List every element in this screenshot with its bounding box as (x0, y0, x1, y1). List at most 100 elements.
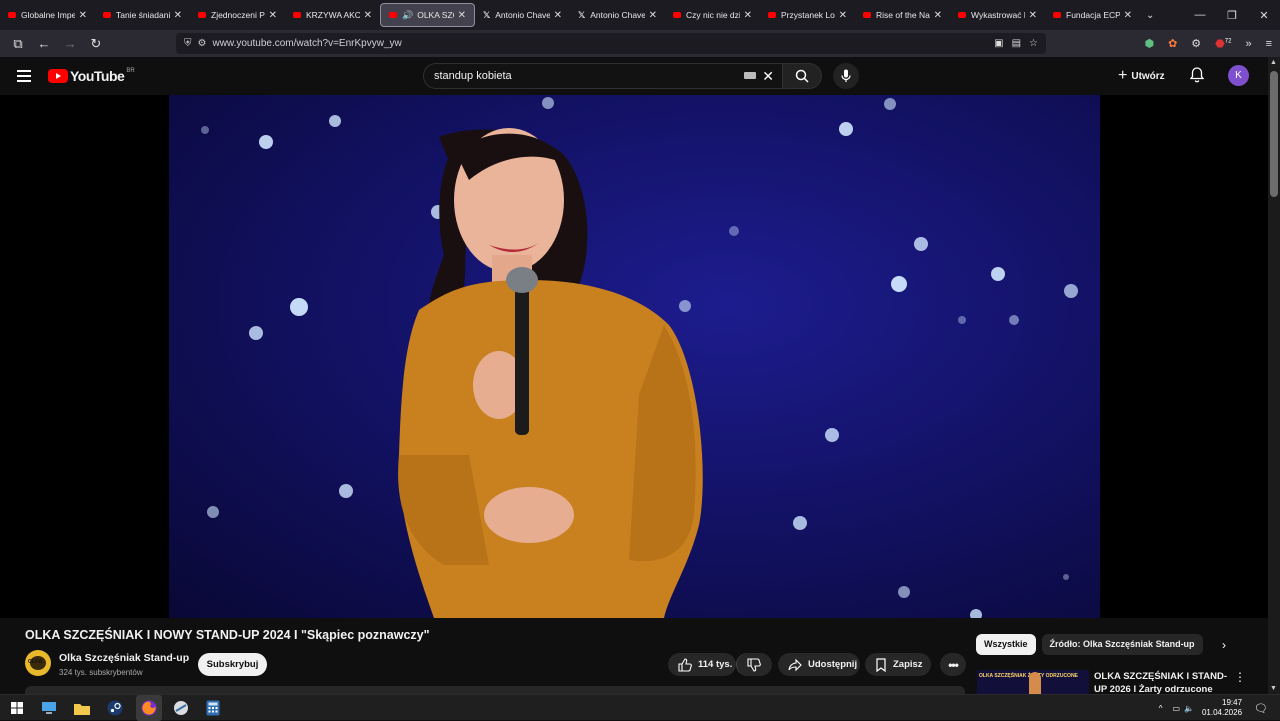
vpn-shield-icon[interactable]: ⬢ (1144, 37, 1154, 50)
share-arrow-icon (788, 658, 802, 671)
notification-center-icon[interactable]: 🗨 (1254, 702, 1268, 715)
scrollbar-thumb[interactable] (1270, 71, 1278, 197)
guide-menu-icon[interactable] (17, 70, 31, 85)
tab-close-icon[interactable]: ✕ (839, 10, 847, 21)
video-still-image (201, 97, 1078, 618)
description-box[interactable] (25, 686, 965, 694)
scroll-down-arrow-icon[interactable]: ▼ (1270, 685, 1277, 692)
firefox-icon[interactable] (140, 699, 158, 717)
tab-close-icon[interactable]: ✕ (1029, 10, 1037, 21)
youtube-logo[interactable]: YouTube BR (48, 68, 135, 84)
browser-tab[interactable]: Tanie śniadanie ✕ (95, 0, 190, 30)
watch-metadata: OLKA SZCZĘŚNIAK I NOWY STAND-UP 2024 I "… (0, 618, 1268, 696)
video-frame[interactable] (169, 95, 1100, 618)
tab-close-icon[interactable]: ✕ (1124, 10, 1132, 21)
voice-search-button[interactable] (833, 63, 859, 89)
address-bar[interactable]: ⛨ ⚙ www.youtube.com/watch?v=EnrKpvyw_yw … (176, 33, 1046, 54)
fox-extension-icon[interactable]: ✿ (1168, 37, 1177, 50)
search-button[interactable] (782, 63, 822, 89)
chip-all[interactable]: Wszystkie (976, 634, 1036, 655)
chevron-right-icon[interactable]: › (1222, 638, 1226, 652)
keyboard-icon[interactable] (744, 72, 756, 79)
reload-icon[interactable]: ↻ (84, 36, 108, 52)
tab-close-icon[interactable]: ✕ (174, 10, 182, 21)
tab-close-icon[interactable]: ✕ (744, 10, 752, 21)
tab-list-chevron-icon[interactable]: ⌄ (1146, 10, 1154, 21)
dislike-button[interactable] (736, 653, 772, 676)
app-menu-icon[interactable]: ≡ (1266, 38, 1272, 50)
youtube-favicon-icon (389, 12, 397, 18)
share-button[interactable]: Udostępnij (778, 653, 860, 676)
browser-tab[interactable]: 𝕏 Antonio Chavez ✕ (570, 0, 665, 30)
tab-close-icon[interactable]: ✕ (554, 10, 562, 21)
browser-tab-active[interactable]: 🔊OLKA SZCZ✕ (380, 3, 475, 27)
create-button[interactable]: + Utwórz (1118, 66, 1165, 86)
browser-tab[interactable]: 𝕏 Antonio Chavez ✕ (475, 0, 570, 30)
speaker-icon[interactable]: 🔊 (402, 10, 413, 21)
back-arrow-icon[interactable]: ← (32, 36, 56, 51)
browser-tab[interactable]: Wykastrować b ✕ (950, 0, 1045, 30)
permissions-icon[interactable]: ⚙ (198, 38, 207, 49)
pc-tool-icon[interactable] (172, 699, 190, 717)
search-input[interactable]: standup kobieta ✕ (423, 63, 782, 89)
more-actions-button[interactable]: ••• (940, 653, 966, 676)
windows-start-icon[interactable] (8, 699, 26, 717)
search-icon (795, 69, 809, 83)
window-close-icon[interactable]: ✕ (1248, 9, 1280, 22)
extensions-puzzle-icon[interactable]: ⚙ (1191, 37, 1201, 50)
minimize-icon[interactable]: — (1184, 9, 1216, 21)
forward-arrow-icon[interactable]: → (58, 36, 82, 51)
window-controls: — ❐ ✕ (1184, 0, 1280, 30)
kebab-menu-icon[interactable]: ⋮ (1234, 670, 1246, 684)
channel-avatar[interactable]: OLKA (25, 650, 51, 676)
reader-view-icon[interactable]: ▤ (1012, 38, 1021, 49)
volume-icon[interactable]: 🔈 (1184, 704, 1194, 713)
bookmark-star-icon[interactable]: ☆ (1029, 38, 1038, 49)
network-icon[interactable]: ▭ (1172, 704, 1180, 713)
steam-icon[interactable] (106, 699, 124, 717)
recommendation-thumbnail[interactable]: OLKA SZCZĘŚNIAK ŻARTY ODRZUCONE (977, 670, 1089, 694)
picture-in-picture-icon[interactable]: ▣ (994, 38, 1003, 49)
clear-search-icon[interactable]: ✕ (762, 68, 774, 85)
file-explorer-icon[interactable] (73, 699, 91, 717)
page-scrollbar[interactable]: ▲ ▼ (1268, 57, 1280, 694)
tray-overflow-chevron-icon[interactable]: ^ (1159, 704, 1163, 713)
sidebar-toggle-icon[interactable]: ⧉ (6, 36, 30, 52)
browser-tab[interactable]: Przystanek Lom✕ (760, 0, 855, 30)
restore-icon[interactable]: ❐ (1216, 9, 1248, 22)
this-pc-icon[interactable] (40, 699, 58, 717)
windows-taskbar: ^ ▭ 🔈 19:47 01.04.2026 🗨 (0, 694, 1280, 721)
tab-close-icon[interactable]: ✕ (934, 10, 942, 21)
subscribe-button[interactable]: Subskrybuj (198, 653, 267, 676)
overflow-chevrons-icon[interactable]: » (1245, 38, 1251, 50)
browser-tab[interactable]: Globalne Imperi✕ (0, 0, 95, 30)
tab-close-icon[interactable]: ✕ (649, 10, 657, 21)
browser-tab[interactable]: Fundacja ECPU✕ (1045, 0, 1140, 30)
tab-close-icon[interactable]: ✕ (458, 10, 466, 21)
chip-from-channel[interactable]: Źródło: Olka Szczęśniak Stand-up (1041, 634, 1203, 655)
youtube-favicon-icon (863, 12, 871, 18)
shield-icon[interactable]: ⛨ (184, 38, 192, 49)
ublock-icon[interactable]: ⬣72 (1215, 37, 1231, 50)
browser-toolbar: ⧉ ← → ↻ ⛨ ⚙ www.youtube.com/watch?v=EnrK… (0, 30, 1280, 57)
notifications-bell-icon[interactable] (1189, 67, 1205, 88)
video-player[interactable] (0, 95, 1268, 618)
browser-tab[interactable]: KRZYWA AKCJA✕ (285, 0, 380, 30)
url-text[interactable]: www.youtube.com/watch?v=EnrKpvyw_yw (212, 38, 401, 49)
scroll-up-arrow-icon[interactable]: ▲ (1270, 59, 1277, 66)
tab-close-icon[interactable]: ✕ (364, 10, 372, 21)
channel-name[interactable]: Olka Szczęśniak Stand-up (59, 652, 189, 664)
save-button[interactable]: Zapisz (865, 653, 931, 676)
calculator-icon[interactable] (204, 699, 222, 717)
browser-tab[interactable]: Czy nic nie dziej✕ (665, 0, 760, 30)
recommendation-title[interactable]: OLKA SZCZĘŚNIAK I STAND-UP 2026 I Żarty … (1094, 670, 1234, 696)
x-favicon-icon: 𝕏 (578, 9, 586, 20)
account-avatar[interactable]: K (1228, 65, 1249, 86)
taskbar-clock[interactable]: 19:47 01.04.2026 (1202, 698, 1242, 718)
browser-tab[interactable]: Rise of the Nazi✕ (855, 0, 950, 30)
tab-close-icon[interactable]: ✕ (79, 10, 87, 21)
youtube-favicon-icon (293, 12, 301, 18)
browser-tab[interactable]: Zjednoczeni Prz✕ (190, 0, 285, 30)
tab-close-icon[interactable]: ✕ (269, 10, 277, 21)
like-button[interactable]: 114 tys. (668, 653, 736, 676)
